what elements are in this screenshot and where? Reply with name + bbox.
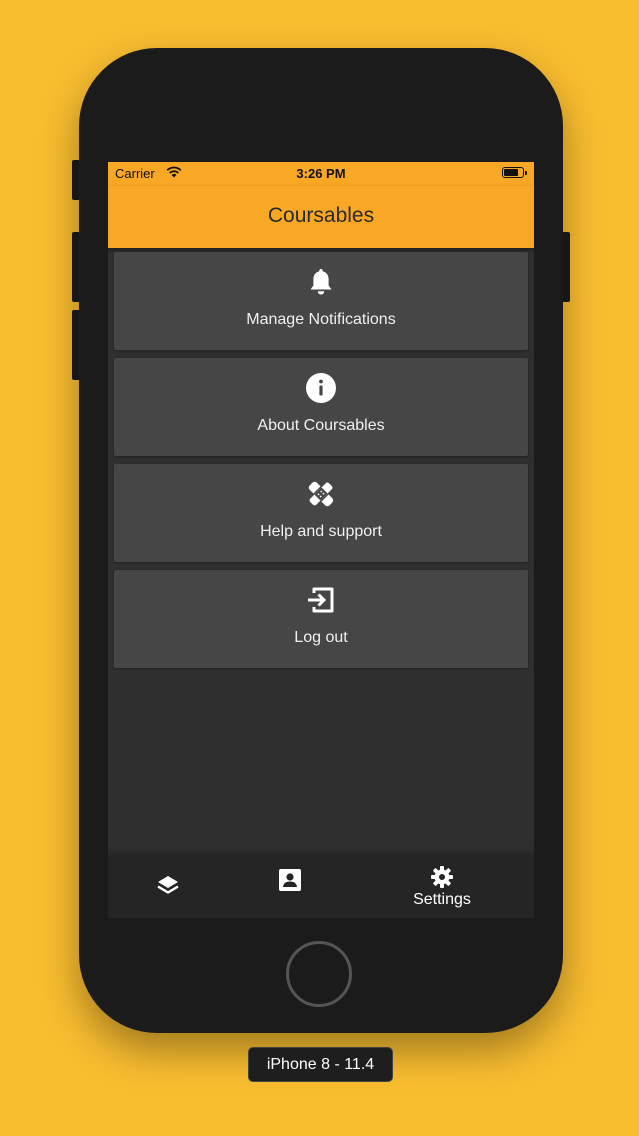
tab-bar: Settings [108, 856, 534, 918]
menu-item-label: Log out [294, 629, 348, 646]
help-and-support-button[interactable]: Help and support [114, 464, 528, 562]
tab-courses[interactable] [128, 856, 208, 918]
log-out-button[interactable]: Log out [114, 570, 528, 668]
layers-icon [157, 876, 179, 894]
info-icon [306, 373, 336, 403]
menu-item-label: About Coursables [257, 417, 385, 434]
power-button [562, 232, 570, 302]
home-button[interactable] [286, 941, 352, 1007]
gear-icon [431, 866, 453, 888]
exit-icon [308, 587, 334, 613]
app-screen: Carrier 3:26 PM Coursables Manage Notifi… [108, 162, 534, 918]
bandage-icon [308, 481, 334, 507]
settings-menu: Manage Notifications About Coursables He… [114, 252, 528, 676]
menu-item-label: Manage Notifications [246, 311, 396, 328]
status-bar: Carrier 3:26 PM [108, 162, 534, 186]
tab-settings[interactable]: Settings [402, 856, 482, 918]
battery-fill [504, 169, 518, 176]
battery-icon [502, 167, 527, 178]
menu-item-label: Help and support [260, 523, 382, 540]
about-coursables-button[interactable]: About Coursables [114, 358, 528, 456]
device-label: iPhone 8 - 11.4 [248, 1047, 393, 1082]
manage-notifications-button[interactable]: Manage Notifications [114, 252, 528, 350]
contact-card-icon [279, 869, 301, 891]
nav-bar: Coursables [108, 186, 534, 248]
tab-settings-label: Settings [413, 891, 471, 908]
clock: 3:26 PM [296, 166, 346, 181]
bell-icon [310, 269, 332, 295]
tab-profile[interactable] [250, 856, 330, 918]
page-title: Coursables [267, 204, 375, 227]
